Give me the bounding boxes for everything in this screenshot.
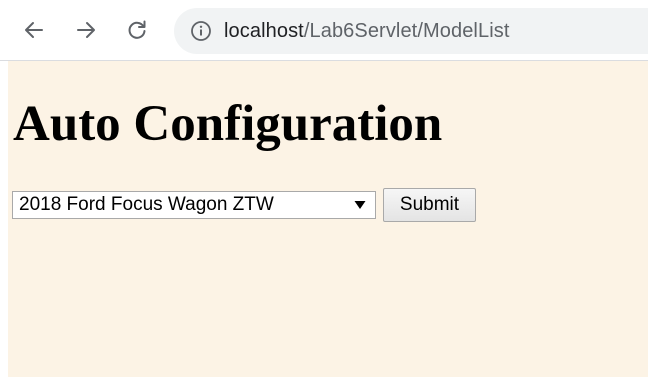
url-host: localhost [224, 19, 304, 42]
arrow-left-icon [22, 18, 46, 42]
page-title: Auto Configuration [13, 96, 443, 152]
model-select[interactable]: 2018 Ford Focus Wagon ZTW [12, 191, 376, 219]
reload-button[interactable] [123, 16, 151, 44]
address-bar[interactable]: localhost/Lab6Servlet/ModelList [174, 8, 648, 54]
forward-button[interactable] [72, 16, 100, 44]
browser-toolbar: localhost/Lab6Servlet/ModelList [0, 0, 648, 61]
url-path: /Lab6Servlet/ModelList [303, 19, 510, 42]
submit-button[interactable]: Submit [383, 188, 476, 222]
info-icon[interactable] [190, 20, 212, 42]
back-button[interactable] [20, 16, 48, 44]
url-text[interactable]: localhost/Lab6Servlet/ModelList [224, 20, 510, 43]
page-content: Auto Configuration 2018 Ford Focus Wagon… [8, 61, 648, 377]
model-select-value: 2018 Ford Focus Wagon ZTW [19, 194, 274, 215]
dropdown-arrow-icon [353, 200, 367, 210]
reload-icon [125, 18, 149, 42]
arrow-right-icon [74, 18, 98, 42]
